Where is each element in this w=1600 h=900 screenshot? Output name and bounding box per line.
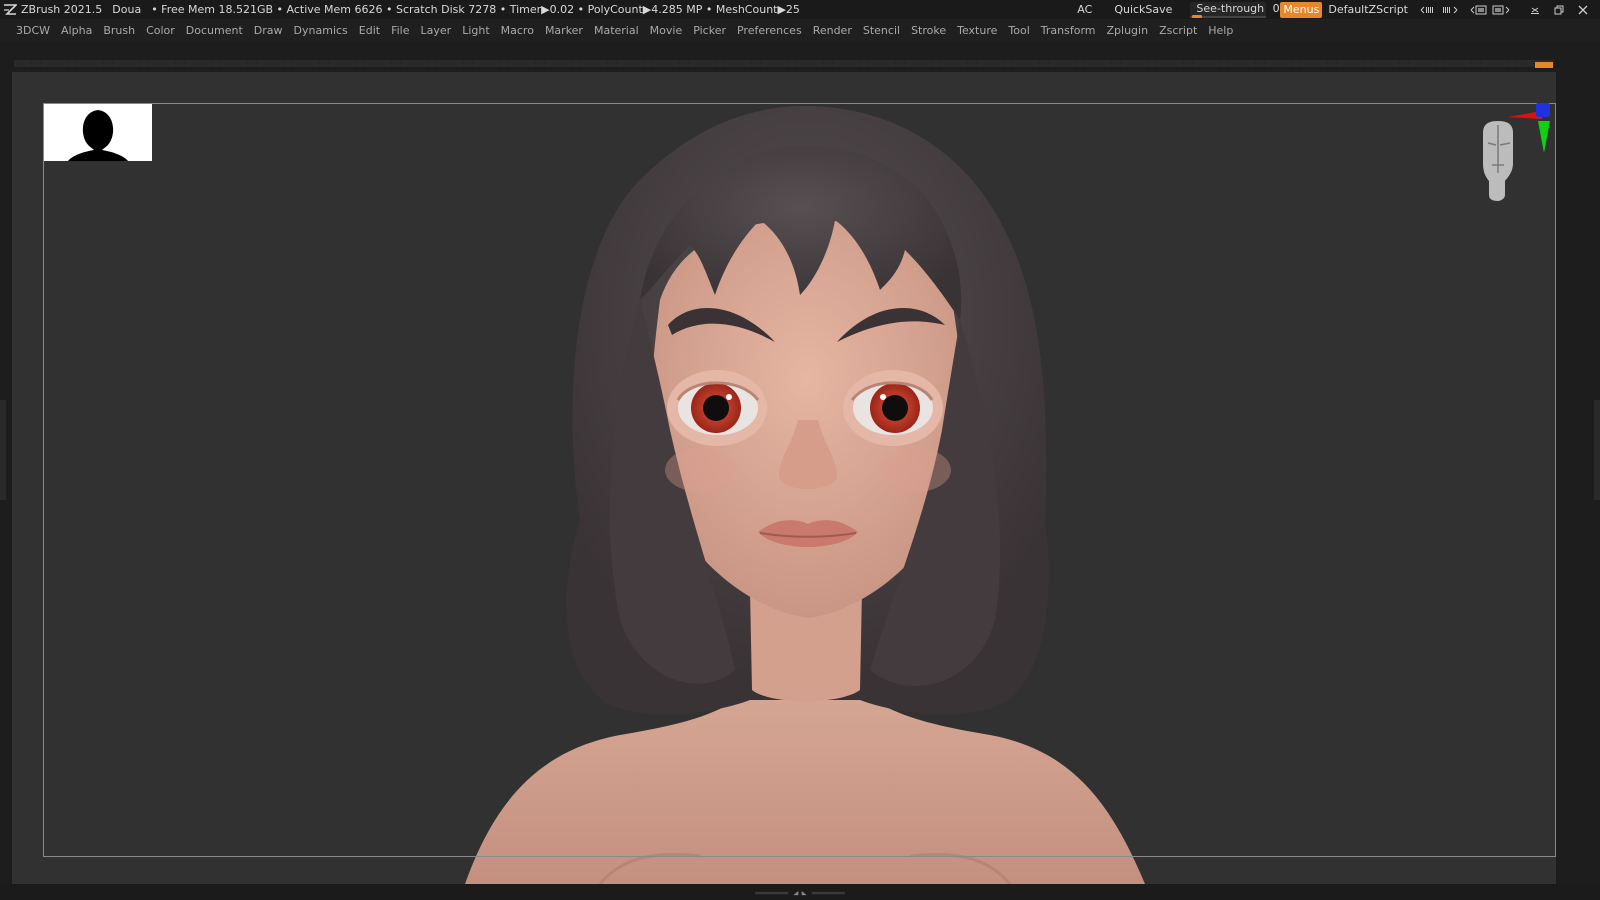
axis-gyro-icon[interactable] xyxy=(1470,103,1560,213)
body-shoulders xyxy=(465,690,1145,884)
silhouette-thumbnail[interactable] xyxy=(44,104,152,161)
sculpt-model[interactable] xyxy=(0,0,1600,900)
left-eye xyxy=(676,381,760,435)
silhouette-figure-icon xyxy=(68,110,128,161)
navigation-head-icon xyxy=(1483,121,1513,201)
bottom-tray-handle[interactable] xyxy=(746,891,854,896)
